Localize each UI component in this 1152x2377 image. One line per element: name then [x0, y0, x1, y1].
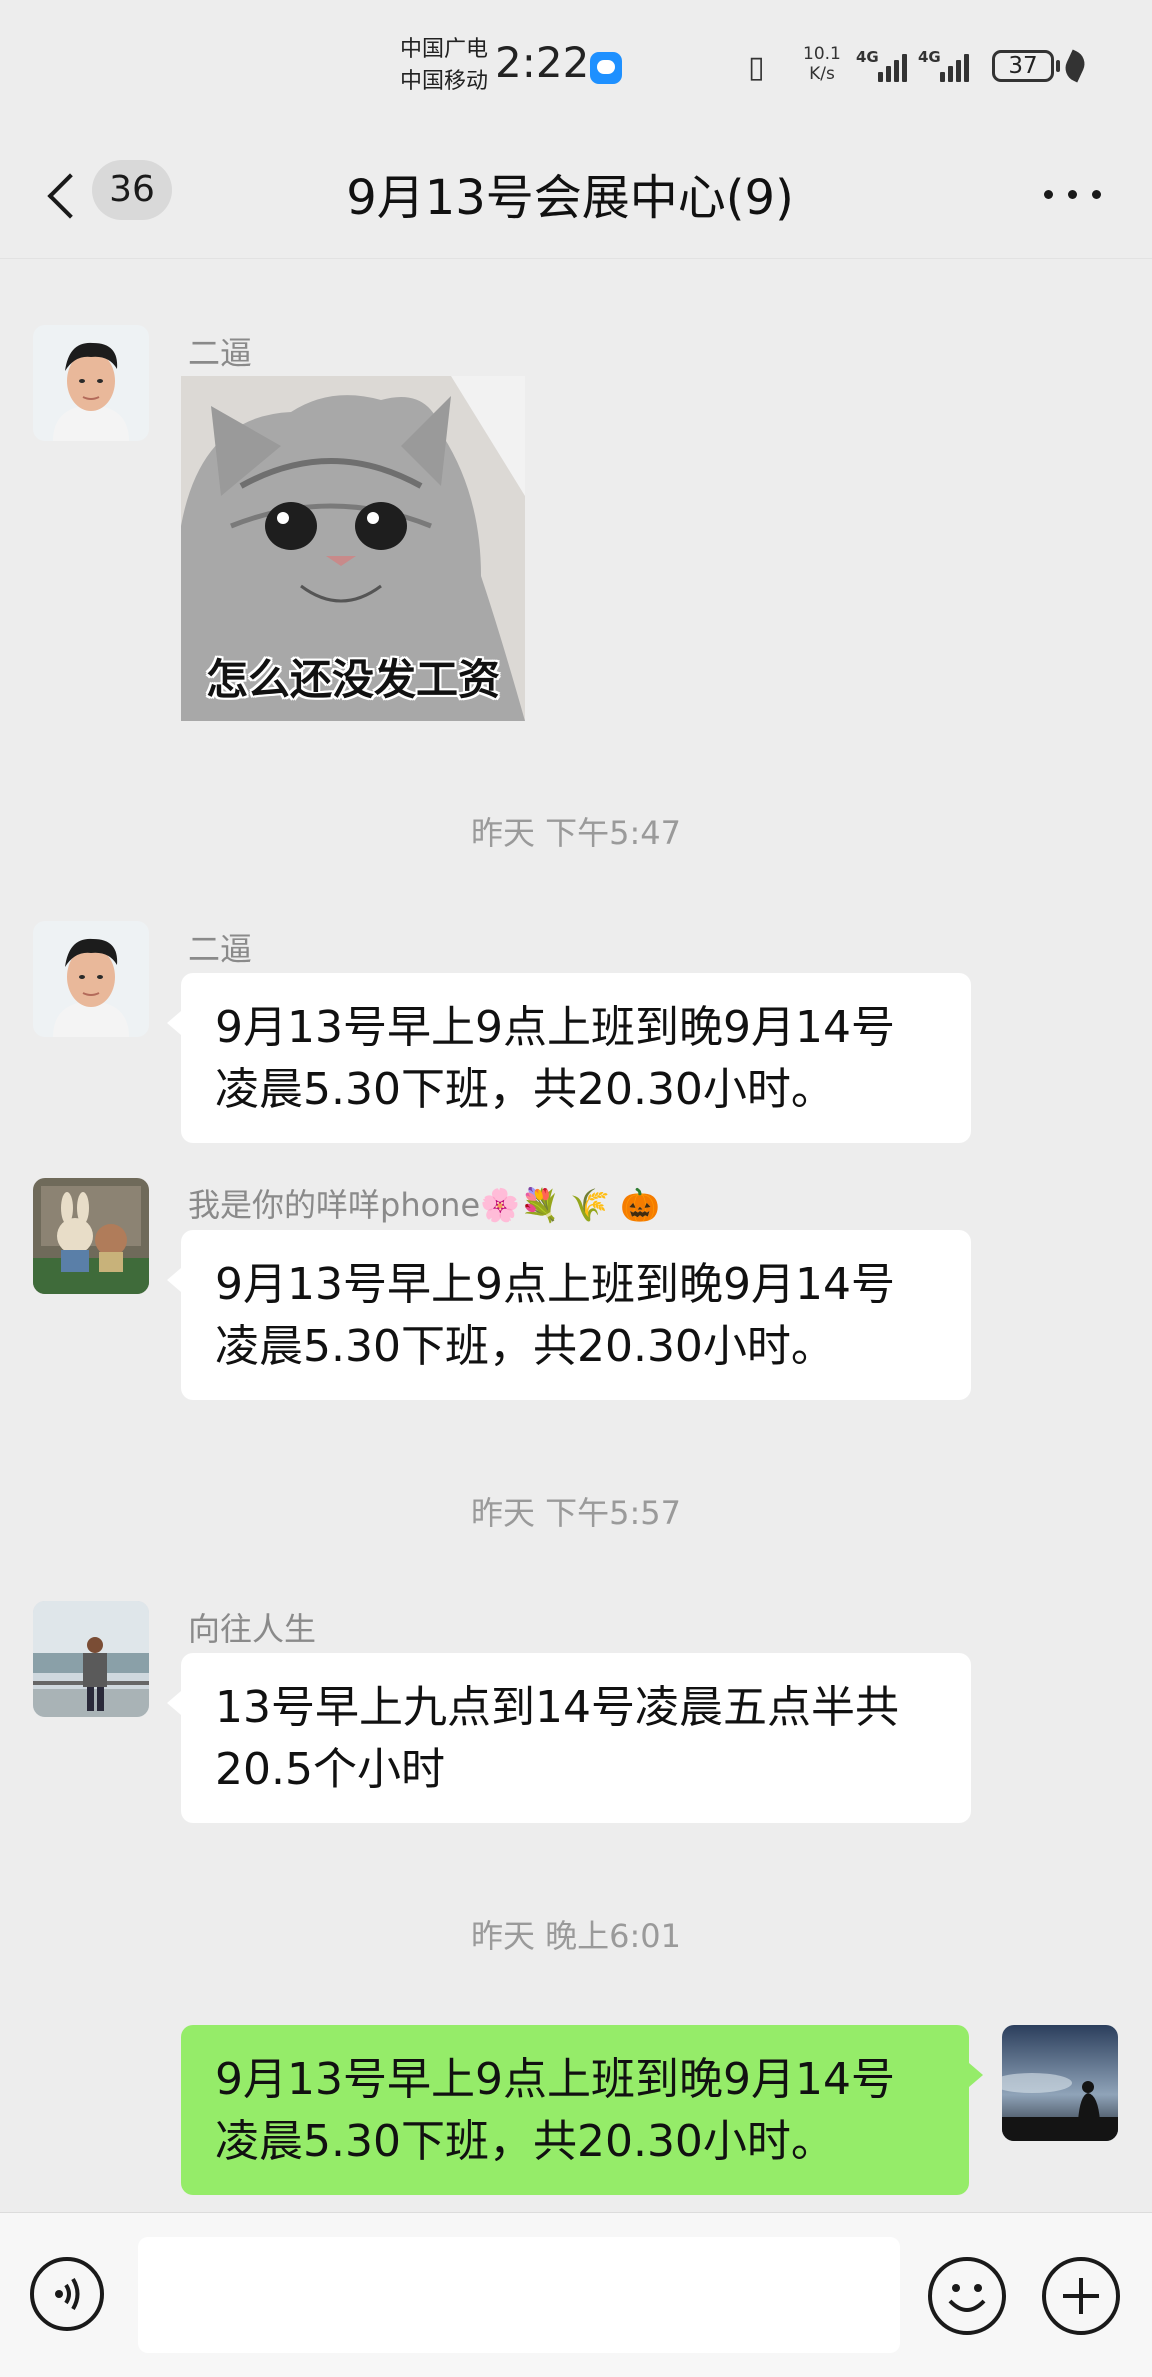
network-speed: 10.1 K/s [803, 44, 841, 84]
sender-name: 二逼 [188, 930, 253, 968]
vibrate-icon: ▯ [748, 50, 765, 85]
back-arrow-icon[interactable] [40, 166, 100, 226]
signal-1-type: 4G [856, 48, 879, 66]
avatar[interactable] [33, 325, 149, 441]
sender-name: 我是你的咩咩phone🌸💐 🌾 🎃 [188, 1186, 660, 1224]
signal-2-type: 4G [918, 48, 941, 66]
unread-count-badge[interactable]: 36 [92, 160, 172, 220]
input-bar [0, 2212, 1152, 2377]
signal-2-icon: 4G [918, 44, 982, 88]
battery-level: 37 [1008, 53, 1038, 79]
status-time: 2:22 [495, 38, 590, 87]
chat-title: 9月13号会展中心(9) [346, 170, 794, 226]
power-saving-leaf-icon [1060, 49, 1090, 83]
chat-header: 36 9月13号会展中心(9) [0, 130, 1152, 259]
voice-input-icon[interactable] [30, 2257, 104, 2331]
avatar[interactable] [33, 1601, 149, 1717]
message-input[interactable] [138, 2237, 900, 2353]
emoji-icon[interactable] [928, 2257, 1006, 2335]
message-bubble[interactable]: 9月13号早上9点上班到晚9月14号凌晨5.30下班，共20.30小时。 [167, 973, 971, 1143]
carrier-labels: 中国广电 中国移动 [400, 34, 488, 98]
carrier-2: 中国移动 [400, 69, 489, 94]
sender-name: 二逼 [188, 334, 253, 372]
message-bubble[interactable]: 9月13号早上9点上班到晚9月14号凌晨5.30下班，共20.30小时。 [167, 1230, 971, 1400]
avatar[interactable] [33, 1178, 149, 1294]
my-message-bubble[interactable]: 9月13号早上9点上班到晚9月14号凌晨5.30下班，共20.30小时。 [181, 2025, 983, 2195]
signal-1-icon: 4G [856, 44, 920, 88]
timestamp: 昨天 下午5:57 [470, 1494, 682, 1532]
battery-tip [1056, 60, 1060, 72]
message-bubble[interactable]: 13号早上九点到14号凌晨五点半共20.5个小时 [167, 1653, 971, 1823]
timestamp: 昨天 晚上6:01 [470, 1917, 682, 1955]
my-avatar[interactable] [1002, 2025, 1118, 2141]
network-speed-value: 10.1 [803, 44, 841, 64]
more-options-icon[interactable] [1038, 166, 1110, 222]
message-notification-icon [590, 52, 622, 84]
network-speed-unit: K/s [809, 64, 835, 84]
avatar[interactable] [33, 921, 149, 1037]
carrier-1: 中国广电 [400, 37, 489, 62]
sender-name: 向往人生 [188, 1610, 317, 1648]
sticker-caption: 怎么还没发工资 [205, 655, 500, 704]
sticker-image[interactable]: 怎么还没发工资 [181, 376, 525, 721]
more-functions-plus-icon[interactable] [1042, 2257, 1120, 2335]
timestamp: 昨天 下午5:47 [470, 814, 682, 852]
status-bar: 中国广电 中国移动 2:22 ▯ 10.1 K/s 4G 4G 37 [0, 0, 1152, 130]
battery-icon: 37 [992, 50, 1054, 82]
